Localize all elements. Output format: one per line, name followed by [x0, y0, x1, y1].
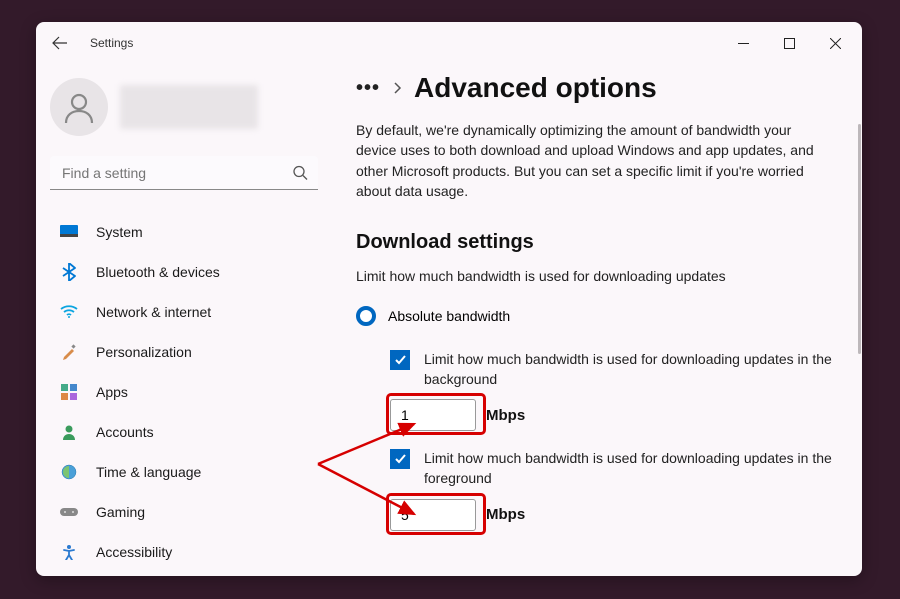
background-limit-checkbox-row[interactable]: Limit how much bandwidth is used for dow… [390, 350, 852, 389]
bluetooth-icon [60, 263, 78, 281]
back-button[interactable] [48, 31, 72, 55]
nav-label: Accounts [96, 424, 154, 440]
background-bandwidth-input[interactable] [390, 399, 476, 431]
nav-label: Personalization [96, 344, 192, 360]
accessibility-icon [60, 543, 78, 561]
user-info-redacted [120, 85, 258, 129]
personalization-icon [60, 343, 78, 361]
apps-icon [60, 383, 78, 401]
settings-window: Settings [36, 22, 862, 576]
person-icon [62, 90, 96, 124]
chevron-right-icon [392, 82, 402, 94]
radio-label: Absolute bandwidth [388, 308, 510, 324]
sidebar-item-network[interactable]: Network & internet [50, 292, 334, 332]
sidebar-item-bluetooth[interactable]: Bluetooth & devices [50, 252, 334, 292]
unit-label: Mbps [486, 506, 525, 523]
check-label: Limit how much bandwidth is used for dow… [424, 350, 844, 389]
title-bar: Settings [36, 22, 862, 64]
radio-selected-icon [356, 306, 376, 326]
minimize-icon [738, 38, 749, 49]
search-box[interactable] [50, 156, 318, 190]
download-settings-desc: Limit how much bandwidth is used for dow… [356, 268, 852, 284]
foreground-limit-checkbox-row[interactable]: Limit how much bandwidth is used for dow… [390, 449, 852, 488]
system-icon [60, 223, 78, 241]
accounts-icon [60, 423, 78, 441]
avatar [50, 78, 108, 136]
check-label: Limit how much bandwidth is used for dow… [424, 449, 844, 488]
absolute-bandwidth-radio-row[interactable]: Absolute bandwidth [356, 306, 852, 326]
checkbox-checked-icon [390, 449, 410, 469]
profile-section[interactable] [50, 74, 334, 150]
sidebar: System Bluetooth & devices Network & int… [36, 64, 334, 576]
download-settings-section: Download settings Limit how much bandwid… [356, 231, 852, 530]
nav-label: System [96, 224, 143, 240]
nav-list: System Bluetooth & devices Network & int… [50, 212, 334, 572]
sidebar-item-gaming[interactable]: Gaming [50, 492, 334, 532]
minimize-button[interactable] [720, 27, 766, 59]
breadcrumb: ••• Advanced options [356, 72, 852, 104]
sidebar-item-accounts[interactable]: Accounts [50, 412, 334, 452]
content-area: ••• Advanced options By default, we're d… [334, 64, 862, 576]
scrollbar[interactable] [858, 124, 861, 354]
sidebar-item-time[interactable]: Time & language [50, 452, 334, 492]
arrow-left-icon [52, 35, 68, 51]
maximize-button[interactable] [766, 27, 812, 59]
maximize-icon [784, 38, 795, 49]
page-title: Advanced options [414, 72, 657, 104]
sidebar-item-apps[interactable]: Apps [50, 372, 334, 412]
sidebar-item-system[interactable]: System [50, 212, 334, 252]
search-input[interactable] [50, 156, 318, 190]
time-icon [60, 463, 78, 481]
foreground-bandwidth-input[interactable] [390, 499, 476, 531]
close-button[interactable] [812, 27, 858, 59]
page-subtitle: By default, we're dynamically optimizing… [356, 120, 816, 201]
nav-label: Accessibility [96, 544, 172, 560]
nav-label: Network & internet [96, 304, 211, 320]
app-title: Settings [90, 36, 133, 50]
nav-label: Gaming [96, 504, 145, 520]
nav-label: Apps [96, 384, 128, 400]
download-settings-title: Download settings [356, 231, 852, 254]
nav-label: Time & language [96, 464, 201, 480]
sidebar-item-personalization[interactable]: Personalization [50, 332, 334, 372]
nav-label: Bluetooth & devices [96, 264, 220, 280]
wifi-icon [60, 303, 78, 321]
sidebar-item-accessibility[interactable]: Accessibility [50, 532, 334, 572]
gaming-icon [60, 503, 78, 521]
checkbox-checked-icon [390, 350, 410, 370]
breadcrumb-more-icon[interactable]: ••• [356, 78, 380, 98]
unit-label: Mbps [486, 407, 525, 424]
close-icon [830, 38, 841, 49]
